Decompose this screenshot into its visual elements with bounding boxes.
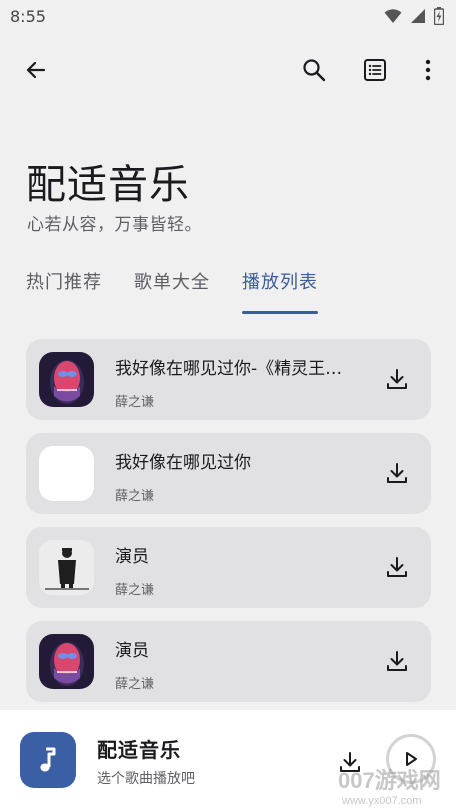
- playlist-button[interactable]: [353, 44, 397, 96]
- status-time: 8:55: [10, 6, 46, 26]
- face-art-cover-image: [39, 352, 94, 407]
- song-cover: [39, 446, 94, 501]
- tab-bar: 热门推荐 歌单大全 播放列表: [26, 268, 318, 314]
- download-button[interactable]: [381, 551, 413, 583]
- song-artist: 薛之谦: [115, 583, 155, 598]
- wifi-icon: [384, 9, 402, 23]
- song-cover: [39, 634, 94, 689]
- download-button[interactable]: [381, 457, 413, 489]
- site-watermark-logo: 007游戏网 www.yx007.com: [338, 768, 441, 807]
- song-artist: 薛之谦: [115, 677, 155, 692]
- download-icon: [387, 463, 407, 483]
- playlist-icon: [364, 59, 386, 81]
- more-button[interactable]: [406, 44, 450, 96]
- player-artwork: [20, 732, 76, 788]
- song-item[interactable]: 我好像在哪见过你-《精灵王… 薛之谦: [26, 339, 431, 420]
- search-icon: [303, 59, 326, 82]
- svg-text:007游戏网: 007游戏网: [338, 768, 441, 793]
- song-cover: [39, 352, 94, 407]
- song-list: 我好像在哪见过你-《精灵王… 薛之谦 我好像在哪见过你 薛之谦 演员 薛之谦 演…: [26, 339, 431, 715]
- download-button[interactable]: [381, 645, 413, 677]
- page-title: 配适音乐: [26, 162, 190, 208]
- status-bar: 8:55: [0, 0, 456, 32]
- song-cover: [39, 540, 94, 595]
- song-item[interactable]: 我好像在哪见过你 薛之谦: [26, 433, 431, 514]
- download-icon: [387, 557, 407, 577]
- app-bar: [0, 44, 456, 96]
- music-note-icon: [40, 747, 56, 772]
- song-item[interactable]: 演员 薛之谦: [26, 621, 431, 702]
- download-icon: [387, 369, 407, 389]
- search-button[interactable]: [292, 44, 336, 96]
- page-subtitle: 心若从容，万事皆轻。: [27, 215, 202, 235]
- song-title: 演员: [115, 641, 149, 661]
- back-arrow-icon: [26, 61, 46, 79]
- download-icon: [387, 651, 407, 671]
- tab-play-queue[interactable]: 播放列表: [242, 268, 318, 314]
- song-artist: 薛之谦: [115, 489, 155, 504]
- more-vert-icon: [425, 59, 431, 81]
- song-title: 我好像在哪见过你-《精灵王…: [115, 359, 343, 379]
- song-artist: 薛之谦: [115, 395, 155, 410]
- figure-photo-cover-image: [39, 540, 94, 595]
- download-button[interactable]: [381, 363, 413, 395]
- status-icons: [384, 7, 444, 25]
- song-title: 我好像在哪见过你: [115, 453, 251, 473]
- tab-hot-recommend[interactable]: 热门推荐: [26, 268, 102, 314]
- song-title: 演员: [115, 547, 149, 567]
- player-subtitle: 选个歌曲播放吧: [97, 771, 195, 787]
- signal-icon: [411, 9, 425, 23]
- svg-text:www.yx007.com: www.yx007.com: [341, 795, 421, 807]
- back-button[interactable]: [14, 44, 58, 96]
- tab-playlists-collection[interactable]: 歌单大全: [134, 268, 210, 314]
- player-title: 配适音乐: [97, 738, 181, 762]
- song-item[interactable]: 演员 薛之谦: [26, 527, 431, 608]
- battery-icon: [434, 7, 444, 25]
- face-art-cover-image: [39, 634, 94, 689]
